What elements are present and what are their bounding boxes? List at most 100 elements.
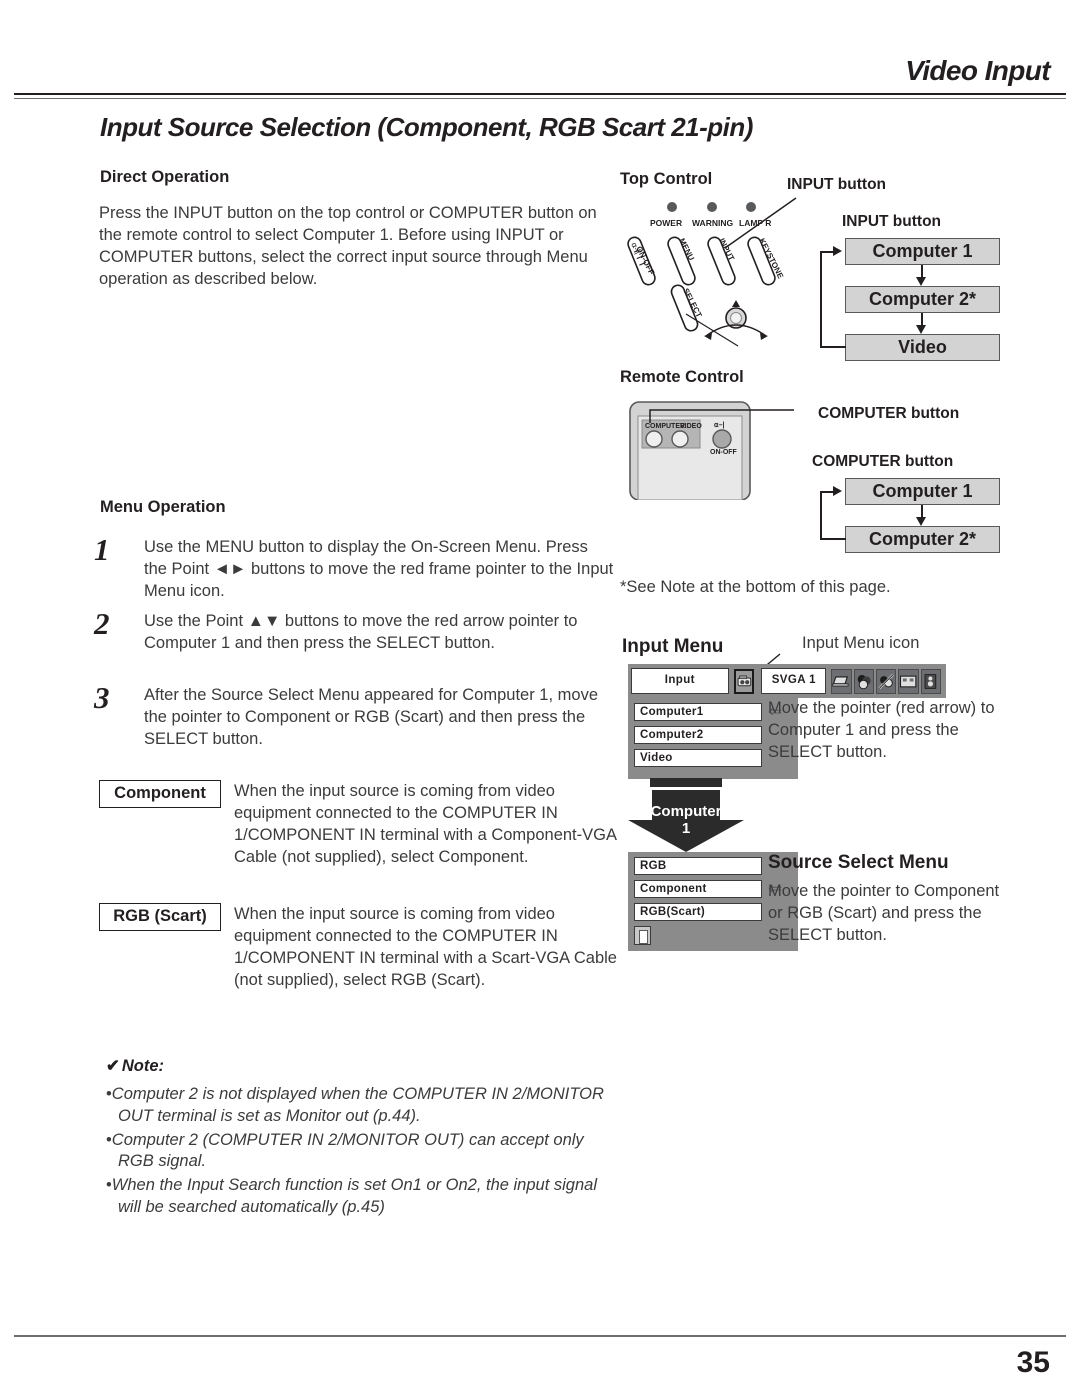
- step-number: 2: [94, 606, 110, 641]
- header-rule-top: [14, 93, 1066, 95]
- callout-input-menu-icon: Input Menu icon: [802, 634, 920, 652]
- callout-input-button-flow: INPUT button: [842, 213, 942, 230]
- remote-label-on-off: ON-OFF: [710, 449, 738, 456]
- button-label-menu: MENU: [677, 237, 696, 262]
- osd-list-item-video[interactable]: Video: [634, 749, 762, 767]
- color-adjust-icon-glyph: [857, 674, 871, 689]
- flow-loop-connector: [820, 251, 834, 253]
- menu-step: 3 After the Source Select Menu appeared …: [94, 680, 614, 750]
- image-select-icon[interactable]: [875, 668, 897, 694]
- page-title: Input Source Selection (Component, RGB S…: [100, 112, 753, 142]
- flow-arrowhead: [833, 246, 842, 256]
- flow-loop-connector: [820, 346, 846, 348]
- flow-box-computer1: Computer 1: [845, 238, 1000, 265]
- step-number: 3: [94, 680, 110, 715]
- menu-step: 1 Use the MENU button to display the On-…: [94, 532, 614, 602]
- callout-input-button-illustration: INPUT button: [787, 176, 887, 193]
- button-label-select: SELECT: [681, 287, 703, 319]
- remote-control-heading: Remote Control: [620, 368, 744, 386]
- input-menu-instruction: Move the pointer (red arrow) to Computer…: [768, 699, 995, 762]
- indicator-label-power: POWER: [650, 218, 682, 228]
- note-heading: ✔ Note:: [106, 1056, 606, 1076]
- osd-list-item-computer1[interactable]: Computer1: [634, 703, 762, 721]
- callout-computer-button-flow: COMPUTER button: [812, 453, 954, 470]
- indicator-label-warning: WARNING: [692, 218, 733, 228]
- menu-step: 2 Use the Point ▲▼ buttons to move the r…: [94, 606, 614, 654]
- top-control-illustration: POWER WARNING LAMP R ON-OFF MENU INPUT K…: [627, 197, 797, 347]
- flow-box-computer2: Computer 2*: [845, 526, 1000, 553]
- step-text: After the Source Select Menu appeared fo…: [144, 686, 598, 749]
- flow-arrowhead: [916, 517, 926, 526]
- flow-loop-connector: [820, 538, 846, 540]
- sound-icon-glyph: [924, 673, 936, 689]
- term-label-component: Component: [99, 780, 221, 808]
- term-text-component: When the input source is coming from vid…: [234, 782, 617, 867]
- flow-box-video: Video: [845, 334, 1000, 361]
- term-label-rgb-scart: RGB (Scart): [99, 903, 221, 931]
- flow-arrowhead: [916, 277, 926, 286]
- source-select-menu-heading: Source Select Menu: [768, 852, 949, 873]
- osd-list-item-rgb-scart[interactable]: RGB(Scart): [634, 903, 762, 921]
- computer-icon[interactable]: [831, 668, 852, 694]
- button-label-keystone: KEYSTONE: [757, 237, 785, 281]
- running-head-title: Video Input: [905, 55, 1050, 86]
- button-label-input: INPUT: [717, 237, 736, 263]
- osd-list-item-rgb[interactable]: RGB: [634, 857, 762, 875]
- note-item: •Computer 2 (COMPUTER IN 2/MONITOR OUT) …: [106, 1130, 606, 1174]
- computer1-transition-arrow: Computer 1: [628, 778, 744, 852]
- manual-page: Video Input Input Source Selection (Comp…: [0, 0, 1080, 1397]
- input-button-flow-diagram: Computer 1 Computer 2* Video: [820, 238, 1000, 361]
- checkmark-icon: ✔: [106, 1057, 120, 1075]
- note-block: ✔ Note: •Computer 2 is not displayed when…: [106, 1056, 606, 1221]
- note-heading-label: Note:: [121, 1057, 164, 1075]
- direct-operation-body: Press the INPUT button on the top contro…: [99, 204, 597, 289]
- source-select-menu-instruction: Move the pointer to Component or RGB (Sc…: [768, 882, 1000, 945]
- step-text: Use the Point ▲▼ buttons to move the red…: [144, 612, 578, 653]
- flow-arrowhead: [916, 325, 926, 334]
- screen-icon-glyph: [900, 675, 917, 687]
- direct-operation-heading: Direct Operation: [100, 168, 230, 186]
- osd-list-item-computer2[interactable]: Computer2: [634, 726, 762, 744]
- input-menu-icon[interactable]: [733, 668, 755, 694]
- screen-icon[interactable]: [898, 668, 919, 694]
- callout-computer-button-illustration: COMPUTER button: [818, 405, 960, 422]
- flow-loop-connector: [820, 491, 822, 540]
- input-menu-heading: Input Menu: [622, 636, 724, 657]
- page-number: 35: [1016, 1346, 1050, 1379]
- term-text-rgb-scart: When the input source is coming from vid…: [234, 905, 617, 990]
- flow-loop-connector: [820, 251, 822, 348]
- input-menu-icon-glyph: [737, 675, 751, 686]
- note-item: •When the Input Search function is set O…: [106, 1175, 606, 1219]
- computer-button-flow-diagram: Computer 1 Computer 2*: [820, 478, 1000, 553]
- color-adjust-icon[interactable]: [853, 668, 874, 694]
- term-definition-row: Component When the input source is comin…: [99, 780, 619, 868]
- note-item-text: Computer 2 (COMPUTER IN 2/MONITOR OUT) c…: [111, 1130, 584, 1171]
- svg-text:⍺–|: ⍺–|: [714, 422, 725, 429]
- osd-menu-title: Input: [631, 668, 729, 694]
- osd-signal-value: SVGA 1: [761, 668, 827, 694]
- exit-icon[interactable]: [634, 926, 651, 945]
- step-text: Use the MENU button to display the On-Sc…: [144, 538, 614, 601]
- flow-box-computer1: Computer 1: [845, 478, 1000, 505]
- term-definition-row: RGB (Scart) When the input source is com…: [99, 903, 619, 991]
- note-item: •Computer 2 is not displayed when the CO…: [106, 1084, 606, 1128]
- menu-operation-heading: Menu Operation: [100, 498, 226, 516]
- flow-loop-connector: [820, 491, 834, 493]
- computer-icon-glyph: [832, 675, 849, 686]
- top-control-heading: Top Control: [620, 170, 713, 188]
- osd-menu-bar: Input SVGA 1: [628, 664, 946, 698]
- footer-rule: [14, 1335, 1066, 1337]
- remote-label-video: VIDEO: [680, 423, 702, 430]
- osd-list-item-component[interactable]: Component: [634, 880, 762, 898]
- step-number: 1: [94, 532, 110, 567]
- header-rule-bottom: [14, 98, 1066, 99]
- note-item-text: When the Input Search function is set On…: [111, 1176, 597, 1216]
- arrow-label-line2: 1: [682, 820, 690, 837]
- see-note-text: *See Note at the bottom of this page.: [620, 578, 891, 596]
- image-select-icon-glyph: [878, 673, 894, 689]
- sound-icon[interactable]: [920, 668, 941, 694]
- note-item-text: Computer 2 is not displayed when the COM…: [111, 1085, 604, 1125]
- arrow-label-line1: Computer: [651, 803, 722, 820]
- flow-box-computer2: Computer 2*: [845, 286, 1000, 313]
- remote-control-illustration: COMPUTER VIDEO ON-OFF ⍺–|: [629, 401, 794, 500]
